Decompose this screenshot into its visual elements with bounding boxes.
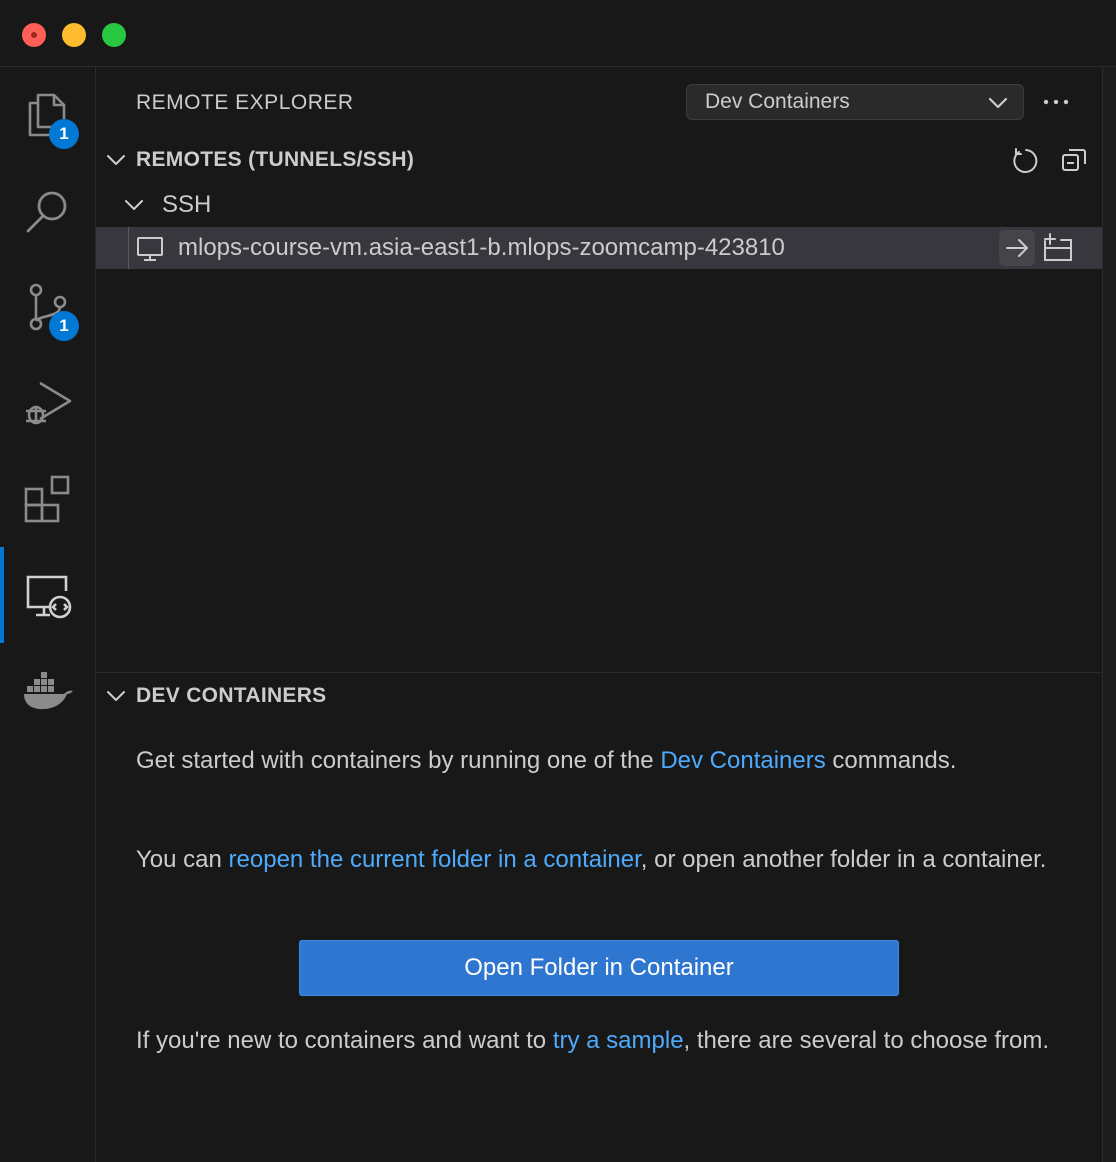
- ssh-host-row[interactable]: mlops-course-vm.asia-east1-b.mlops-zoomc…: [96, 227, 1102, 269]
- search-icon: [26, 191, 66, 233]
- reopen-in-container-link[interactable]: reopen the current folder in a container: [229, 846, 641, 873]
- welcome-paragraph-2: You can reopen the current folder in a c…: [136, 842, 1076, 878]
- new-window-icon: [1044, 233, 1072, 261]
- section-divider: [96, 672, 1102, 673]
- editor-edge-scrollbar[interactable]: [1102, 67, 1116, 1162]
- collapse-all-icon[interactable]: [1060, 146, 1088, 174]
- p1-text-before: Get started with containers by running o…: [136, 747, 661, 774]
- explorer-badge: 1: [49, 119, 79, 149]
- open-folder-in-container-button[interactable]: Open Folder in Container: [299, 940, 899, 996]
- extensions-icon: [24, 475, 69, 523]
- dev-containers-section-title: DEV CONTAINERS: [136, 684, 327, 707]
- activity-run-debug[interactable]: [0, 355, 95, 451]
- dev-containers-commands-link[interactable]: Dev Containers: [660, 747, 825, 774]
- remote-explorer-icon: [26, 575, 71, 619]
- monitor-icon: [137, 237, 163, 261]
- dropdown-selected-value: Dev Containers: [705, 90, 850, 113]
- p3-text-after: , there are several to choose from.: [683, 1027, 1050, 1054]
- p2-text-after: , or open another folder in a container.: [640, 846, 1047, 873]
- activity-bar: 1 1: [0, 67, 96, 1162]
- refresh-icon[interactable]: [1011, 146, 1039, 174]
- remotes-section-title: REMOTES (TUNNELS/SSH): [136, 148, 415, 171]
- try-a-sample-link[interactable]: try a sample: [553, 1027, 684, 1054]
- docker-icon: [23, 672, 73, 710]
- ssh-group-label: SSH: [162, 191, 212, 218]
- connect-in-current-window-button[interactable]: [999, 230, 1035, 266]
- activity-docker[interactable]: [0, 643, 95, 739]
- title-bar: [0, 0, 1116, 67]
- maximize-window-button[interactable]: [102, 23, 126, 47]
- welcome-paragraph-1: Get started with containers by running o…: [136, 743, 1076, 779]
- minimize-window-button[interactable]: [62, 23, 86, 47]
- ellipsis-icon[interactable]: [1040, 87, 1072, 117]
- p1-text-after: commands.: [825, 747, 957, 774]
- dev-containers-section-header[interactable]: DEV CONTAINERS: [96, 676, 1102, 716]
- arrow-right-icon: [1006, 239, 1028, 257]
- activity-source-control[interactable]: 1: [0, 259, 95, 355]
- remotes-section-header[interactable]: REMOTES (TUNNELS/SSH): [96, 140, 1102, 180]
- activity-explorer[interactable]: 1: [0, 67, 95, 163]
- chevron-down-icon: [107, 691, 125, 701]
- chevron-down-icon: [988, 97, 1008, 109]
- ssh-group-row[interactable]: SSH: [96, 184, 1102, 226]
- source-control-badge: 1: [49, 311, 79, 341]
- activity-extensions[interactable]: [0, 451, 95, 547]
- ssh-host-label: mlops-course-vm.asia-east1-b.mlops-zoomc…: [178, 234, 785, 261]
- remote-type-dropdown[interactable]: Dev Containers: [686, 84, 1024, 120]
- remote-explorer-sidebar: REMOTE EXPLORER Dev Containers REMOTES (…: [96, 67, 1102, 1162]
- activity-search[interactable]: [0, 163, 95, 259]
- indent-guide: [128, 227, 129, 269]
- chevron-down-icon: [107, 155, 125, 165]
- activity-remote-explorer[interactable]: [0, 547, 95, 643]
- chevron-down-icon: [125, 200, 143, 210]
- connect-in-new-window-button[interactable]: [1039, 230, 1075, 266]
- sidebar-title: REMOTE EXPLORER: [136, 91, 354, 114]
- run-debug-icon: [25, 381, 71, 425]
- welcome-paragraph-3: If you're new to containers and want to …: [136, 1023, 1076, 1059]
- p2-text-before: You can: [136, 846, 229, 873]
- close-window-button[interactable]: [22, 23, 46, 47]
- p3-text-before: If you're new to containers and want to: [136, 1027, 553, 1054]
